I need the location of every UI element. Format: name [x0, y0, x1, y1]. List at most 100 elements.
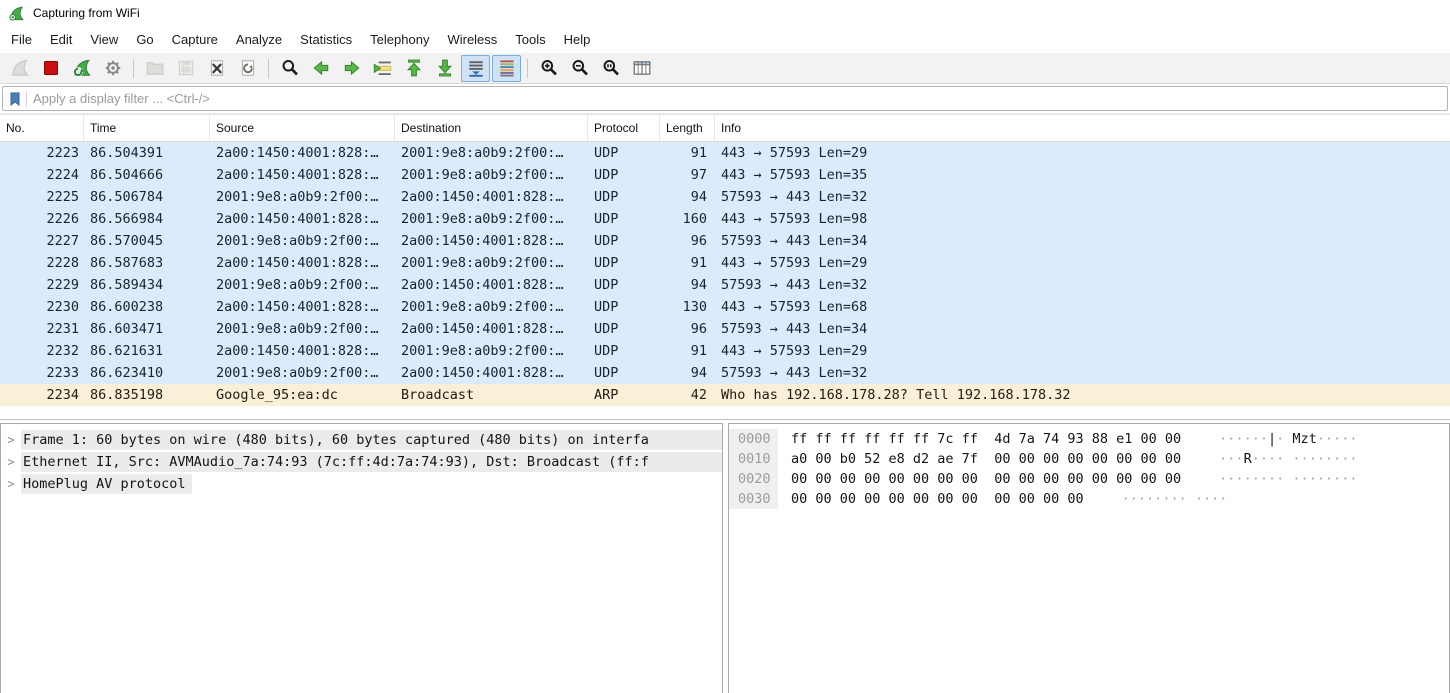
packet-row-2224[interactable]: 222486.5046662a00:1450:4001:828:…2001:9e…	[0, 164, 1450, 186]
packet-cell: 443 → 57593 Len=68	[715, 296, 1450, 318]
column-header-time[interactable]: Time	[84, 115, 210, 141]
menu-item-help[interactable]: Help	[555, 28, 600, 51]
packet-row-2229[interactable]: 222986.5894342001:9e8:a0b9:2f00:…2a00:14…	[0, 274, 1450, 296]
packet-cell: UDP	[588, 186, 660, 208]
packet-row-2226[interactable]: 222686.5669842a00:1450:4001:828:…2001:9e…	[0, 208, 1450, 230]
restart-capture-button[interactable]	[67, 55, 96, 82]
packet-cell: 443 → 57593 Len=29	[715, 142, 1450, 164]
packet-details-pane[interactable]: >Frame 1: 60 bytes on wire (480 bits), 6…	[0, 423, 723, 693]
packet-cell: 86.600238	[84, 296, 210, 318]
packet-bytes-pane[interactable]: 0000ff ff ff ff ff ff 7c ff 4d 7a 74 93 …	[728, 423, 1450, 693]
packet-cell: 2a00:1450:4001:828:…	[210, 340, 395, 362]
packet-cell: 96	[660, 318, 715, 340]
resize-columns-button[interactable]	[627, 55, 656, 82]
column-header-no[interactable]: No.	[0, 115, 84, 141]
stop-capture-button[interactable]	[36, 55, 65, 82]
packet-cell: UDP	[588, 274, 660, 296]
menu-item-edit[interactable]: Edit	[41, 28, 81, 51]
reload-file-button[interactable]	[233, 55, 262, 82]
detail-row[interactable]: >Frame 1: 60 bytes on wire (480 bits), 6…	[1, 429, 722, 451]
menu-item-wireless[interactable]: Wireless	[438, 28, 506, 51]
reload-file-icon	[238, 58, 258, 78]
go-forward-icon	[342, 58, 362, 78]
packet-cell: 86.589434	[84, 274, 210, 296]
find-packet-button[interactable]	[275, 55, 304, 82]
packet-cell: 2227	[0, 230, 84, 252]
open-file-button[interactable]	[140, 55, 169, 82]
hex-row[interactable]: 0000ff ff ff ff ff ff 7c ff 4d 7a 74 93 …	[729, 429, 1449, 449]
filter-bookmark-button[interactable]	[3, 91, 27, 107]
packet-row-2232[interactable]: 223286.6216312a00:1450:4001:828:…2001:9e…	[0, 340, 1450, 362]
packet-cell: 86.506784	[84, 186, 210, 208]
go-first-button[interactable]	[399, 55, 428, 82]
go-first-icon	[404, 58, 424, 78]
column-header-protocol[interactable]: Protocol	[588, 115, 660, 141]
hex-row[interactable]: 0010a0 00 b0 52 e8 d2 ae 7f 00 00 00 00 …	[729, 449, 1449, 469]
packet-row-2231[interactable]: 223186.6034712001:9e8:a0b9:2f00:…2a00:14…	[0, 318, 1450, 340]
packet-row-2223[interactable]: 222386.5043912a00:1450:4001:828:…2001:9e…	[0, 142, 1450, 164]
packet-cell: 2225	[0, 186, 84, 208]
packet-cell: 130	[660, 296, 715, 318]
normal-size-button[interactable]	[596, 55, 625, 82]
display-filter-input[interactable]: Apply a display filter ... <Ctrl-/>	[2, 86, 1448, 111]
packet-cell: 2001:9e8:a0b9:2f00:…	[395, 164, 588, 186]
menu-item-go[interactable]: Go	[127, 28, 162, 51]
packet-row-2234[interactable]: 223486.835198Google_95:ea:dcBroadcastARP…	[0, 384, 1450, 406]
expand-chevron-icon[interactable]: >	[1, 477, 21, 491]
packet-cell: 2a00:1450:4001:828:…	[395, 362, 588, 384]
hex-rows: 0000ff ff ff ff ff ff 7c ff 4d 7a 74 93 …	[729, 429, 1449, 509]
detail-row[interactable]: >Ethernet II, Src: AVMAudio_7a:74:93 (7c…	[1, 451, 722, 473]
menu-item-capture[interactable]: Capture	[163, 28, 227, 51]
menu-item-statistics[interactable]: Statistics	[291, 28, 361, 51]
column-header-source[interactable]: Source	[210, 115, 395, 141]
hex-row[interactable]: 003000 00 00 00 00 00 00 00 00 00 00 00·…	[729, 489, 1449, 509]
detail-row[interactable]: >HomePlug AV protocol	[1, 473, 722, 495]
toolbar-separator	[133, 59, 134, 78]
menu-item-view[interactable]: View	[81, 28, 127, 51]
packet-cell: 96	[660, 230, 715, 252]
go-to-packet-button[interactable]	[368, 55, 397, 82]
menu-item-tools[interactable]: Tools	[506, 28, 554, 51]
wireshark-app-icon	[8, 5, 25, 22]
packet-cell: UDP	[588, 340, 660, 362]
expand-chevron-icon[interactable]: >	[1, 433, 21, 447]
go-back-icon	[311, 58, 331, 78]
menu-item-analyze[interactable]: Analyze	[227, 28, 291, 51]
auto-scroll-button[interactable]	[461, 55, 490, 82]
menu-item-file[interactable]: File	[2, 28, 41, 51]
column-header-destination[interactable]: Destination	[395, 115, 588, 141]
toolbar-separator	[527, 59, 528, 78]
packet-cell: 86.566984	[84, 208, 210, 230]
expand-chevron-icon[interactable]: >	[1, 455, 21, 469]
start-capture-button[interactable]	[5, 55, 34, 82]
go-back-button[interactable]	[306, 55, 335, 82]
packet-cell: 443 → 57593 Len=98	[715, 208, 1450, 230]
menu-item-telephony[interactable]: Telephony	[361, 28, 438, 51]
packet-row-2227[interactable]: 222786.5700452001:9e8:a0b9:2f00:…2a00:14…	[0, 230, 1450, 252]
go-forward-button[interactable]	[337, 55, 366, 82]
packet-cell: 2001:9e8:a0b9:2f00:…	[210, 318, 395, 340]
detail-text: Frame 1: 60 bytes on wire (480 bits), 60…	[21, 430, 722, 450]
packet-row-2230[interactable]: 223086.6002382a00:1450:4001:828:…2001:9e…	[0, 296, 1450, 318]
zoom-in-button[interactable]	[534, 55, 563, 82]
close-file-button[interactable]	[202, 55, 231, 82]
packet-list-header: No.TimeSourceDestinationProtocolLengthIn…	[0, 114, 1450, 142]
column-header-info[interactable]: Info	[715, 115, 1450, 141]
capture-options-button[interactable]	[98, 55, 127, 82]
zoom-out-button[interactable]	[565, 55, 594, 82]
save-file-icon	[176, 58, 196, 78]
hex-ascii: ······|· Mzt·····	[1219, 429, 1357, 449]
packet-cell: 443 → 57593 Len=29	[715, 252, 1450, 274]
packet-row-2228[interactable]: 222886.5876832a00:1450:4001:828:…2001:9e…	[0, 252, 1450, 274]
go-last-button[interactable]	[430, 55, 459, 82]
packet-row-2233[interactable]: 223386.6234102001:9e8:a0b9:2f00:…2a00:14…	[0, 362, 1450, 384]
save-file-button[interactable]	[171, 55, 200, 82]
packet-row-2225[interactable]: 222586.5067842001:9e8:a0b9:2f00:…2a00:14…	[0, 186, 1450, 208]
colorize-button[interactable]	[492, 55, 521, 82]
restart-capture-icon	[72, 58, 92, 78]
packet-cell: 2234	[0, 384, 84, 406]
packet-rows[interactable]: 222386.5043912a00:1450:4001:828:…2001:9e…	[0, 142, 1450, 420]
hex-row[interactable]: 002000 00 00 00 00 00 00 00 00 00 00 00 …	[729, 469, 1449, 489]
packet-cell: 2229	[0, 274, 84, 296]
column-header-length[interactable]: Length	[660, 115, 715, 141]
